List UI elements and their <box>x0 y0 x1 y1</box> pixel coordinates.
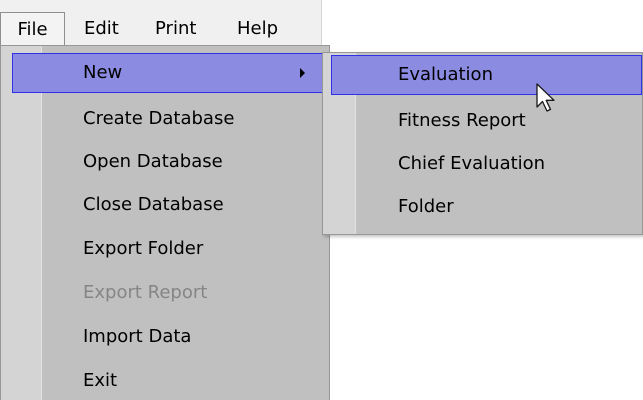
submenu-item-chief-evaluation[interactable]: Chief Evaluation <box>323 145 642 185</box>
new-submenu: Evaluation Fitness Report Chief Evaluati… <box>322 52 643 235</box>
menu-item-new[interactable]: New <box>12 53 327 93</box>
menu-item-create-database[interactable]: Create Database <box>1 100 329 140</box>
chevron-right-icon <box>300 68 305 78</box>
menu-item-export-report: Export Report <box>1 274 329 314</box>
menu-item-import-data-label: Import Data <box>83 326 192 347</box>
menu-print-label: Print <box>155 18 197 39</box>
submenu-item-chief-evaluation-label: Chief Evaluation <box>398 153 546 174</box>
menu-item-close-database[interactable]: Close Database <box>1 186 329 226</box>
application-window: File Edit Print Help New Create Database… <box>0 0 643 400</box>
menu-item-create-database-label: Create Database <box>83 108 235 129</box>
submenu-item-fitness-report-label: Fitness Report <box>398 110 526 131</box>
menu-edit-label: Edit <box>84 18 119 39</box>
menu-item-open-database[interactable]: Open Database <box>1 143 329 183</box>
submenu-item-evaluation[interactable]: Evaluation <box>331 55 642 95</box>
menu-help[interactable]: Help <box>237 12 278 46</box>
menu-item-export-report-label: Export Report <box>83 282 208 303</box>
submenu-item-folder[interactable]: Folder <box>323 188 642 228</box>
menu-item-exit-label: Exit <box>83 370 118 391</box>
menu-file-label: File <box>17 19 48 40</box>
menu-item-open-database-label: Open Database <box>83 151 223 172</box>
menu-item-close-database-label: Close Database <box>83 194 224 215</box>
menu-item-exit[interactable]: Exit <box>1 362 329 400</box>
menu-file[interactable]: File <box>0 12 65 46</box>
mouse-pointer-icon <box>536 83 555 112</box>
menu-bar: File Edit Print Help <box>0 0 322 46</box>
submenu-item-evaluation-label: Evaluation <box>398 64 493 85</box>
submenu-item-fitness-report[interactable]: Fitness Report <box>323 102 642 142</box>
menu-edit[interactable]: Edit <box>84 12 119 46</box>
menu-item-export-folder[interactable]: Export Folder <box>1 230 329 270</box>
menu-print[interactable]: Print <box>155 12 196 46</box>
file-menu-dropdown: New Create Database Open Database Close … <box>0 45 330 400</box>
menu-item-new-label: New <box>83 62 123 83</box>
menu-help-label: Help <box>237 18 279 39</box>
menu-item-import-data[interactable]: Import Data <box>1 318 329 358</box>
submenu-item-folder-label: Folder <box>398 196 454 217</box>
menu-item-export-folder-label: Export Folder <box>83 238 204 259</box>
